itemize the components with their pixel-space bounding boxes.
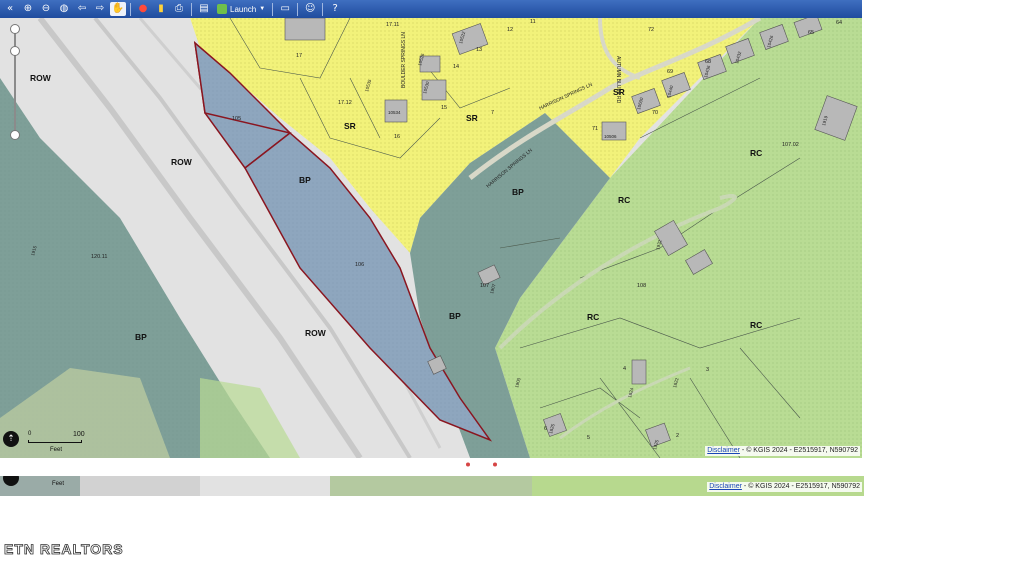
parcel-number: 12 <box>507 27 513 33</box>
launch-menu[interactable]: Launch ▼ <box>214 2 268 16</box>
back-icon[interactable]: ⇦ <box>74 2 90 16</box>
ghost-map-credits: Disclaimer - © KGIS 2024 - E2515917, N59… <box>707 482 862 492</box>
parcel-number: 105 <box>232 116 241 122</box>
zone-label-rc: RC <box>750 320 762 330</box>
map-canvas[interactable]: ROW ROW ROW SR SR SR BP BP BP BP RC RC R… <box>0 18 862 458</box>
address-label: 10534 <box>388 110 401 115</box>
parcel-number: 64 <box>836 20 842 26</box>
ghost-credits-text: - © KGIS 2024 - E2515917, N590792 <box>743 483 860 490</box>
parcel-number: 2 <box>676 433 679 439</box>
toolbar-divider <box>272 2 274 16</box>
disclaimer-link[interactable]: Disclaimer <box>707 446 740 456</box>
toolbar-divider <box>297 2 299 16</box>
ruler-icon[interactable]: ▤ <box>196 2 212 16</box>
credits-text: - © KGIS 2024 - E2515917, N590792 <box>741 447 858 454</box>
ghost-scale-unit: Feet <box>52 481 65 487</box>
layers-icon[interactable]: ▮ <box>153 2 169 16</box>
zoom-in-icon[interactable]: ⊕ <box>20 2 36 16</box>
parcel-number: 11 <box>530 19 536 25</box>
toolbar-divider <box>191 2 192 16</box>
zone-label-sr: SR <box>344 121 356 131</box>
toolbar-divider <box>130 2 131 16</box>
street-label: AUTUMN BLUFF RD <box>615 56 621 104</box>
parcel-number: 69 <box>667 69 673 75</box>
launch-icon <box>217 4 227 14</box>
print-icon[interactable]: ⎙ <box>171 2 187 16</box>
parcel-number: 13 <box>476 47 482 53</box>
map-toolbar: « ⊕ ⊖ ◍ ⇦ ⇨ ✋ ● ▮ ⎙ ▤ Launch ▼ ▭ ☺ ? <box>0 0 862 18</box>
ghost-map-left <box>0 476 532 496</box>
scale-max: 100 <box>73 431 85 438</box>
parcel-number: 6 <box>544 426 547 432</box>
scale-zero: 0 <box>28 431 32 437</box>
save-icon[interactable]: ▭ <box>277 2 293 16</box>
help-icon[interactable]: ? <box>327 2 343 16</box>
identify-icon[interactable]: ● <box>135 2 151 16</box>
zone-label-bp: BP <box>512 187 524 197</box>
zoom-slider[interactable] <box>10 24 20 140</box>
zoom-out-handle[interactable] <box>10 130 20 140</box>
parcel-number: 120.11 <box>91 254 107 260</box>
zone-label-rc: RC <box>750 148 762 158</box>
pan-hand-icon[interactable]: ✋ <box>110 2 126 16</box>
launch-label: Launch <box>230 4 257 14</box>
parcel-number: 5 <box>587 435 590 441</box>
zone-label-bp: BP <box>449 311 461 321</box>
ghost-disclaimer-link[interactable]: Disclaimer <box>709 482 742 492</box>
parcel-number: 72 <box>648 27 654 33</box>
north-arrow-icon: ⇡ <box>3 431 19 447</box>
parcel-number: 107.02 <box>782 142 799 148</box>
zone-label-row: ROW <box>305 328 327 338</box>
address-label: 10506 <box>604 134 617 139</box>
person-icon[interactable]: ☺ <box>302 2 318 16</box>
zoom-slider-track[interactable] <box>14 26 16 130</box>
zone-label-row: ROW <box>30 73 52 83</box>
scale-bar: 0 100 Feet <box>28 431 88 455</box>
parcel-number: 107 <box>480 283 489 289</box>
scale-bar-line <box>28 440 82 443</box>
parcel-number: 16 <box>394 134 400 140</box>
parcel-number: 65 <box>808 30 814 36</box>
parcel-number: 15 <box>441 105 447 111</box>
map-credits: Disclaimer - © KGIS 2024 - E2515917, N59… <box>705 446 860 456</box>
parcel-number: 71 <box>592 126 598 132</box>
render-gap <box>0 458 864 476</box>
map-viewer: « ⊕ ⊖ ◍ ⇦ ⇨ ✋ ● ▮ ⎙ ▤ Launch ▼ ▭ ☺ ? ROW… <box>0 0 1024 576</box>
map-duplicate-strip: Feet Disclaimer - © KGIS 2024 - E2515917… <box>0 476 864 496</box>
zone-label-rc: RC <box>587 312 599 322</box>
zone-label-bp: BP <box>299 175 311 185</box>
zoning-map: ROW ROW ROW SR SR SR BP BP BP BP RC RC R… <box>0 18 862 458</box>
parcel-number: 108 <box>637 283 646 289</box>
zone-label-rc: RC <box>618 195 630 205</box>
scale-unit: Feet <box>50 447 63 453</box>
parcel-number: 70 <box>652 110 658 116</box>
chevron-down-icon: ▼ <box>259 6 266 12</box>
parcel-number: 17 <box>296 53 302 59</box>
collapse-icon[interactable]: « <box>2 2 18 16</box>
zoom-level-handle[interactable] <box>10 46 20 56</box>
parcel-number: 4 <box>623 366 626 372</box>
parcel-number: 106 <box>355 262 364 268</box>
zone-label-sr: SR <box>466 113 478 123</box>
zoom-in-handle[interactable] <box>10 24 20 34</box>
brand-watermark: ETN REALTORS <box>4 541 124 558</box>
zoom-out-icon[interactable]: ⊖ <box>38 2 54 16</box>
parcel-number: 17.11 <box>386 22 399 28</box>
forward-icon[interactable]: ⇨ <box>92 2 108 16</box>
parcel-number: 68 <box>705 59 711 65</box>
toolbar-divider <box>322 2 324 16</box>
zone-label-bp: BP <box>135 332 147 342</box>
zone-label-row: ROW <box>171 157 193 167</box>
parcel-number: 3 <box>706 367 709 373</box>
render-artifact <box>466 462 497 467</box>
parcel-number: 7 <box>491 110 494 116</box>
parcel-number: 17.12 <box>338 100 352 106</box>
street-label: BOULDER SPRINGS LN <box>401 32 407 88</box>
parcel-number: 14 <box>453 64 459 70</box>
full-extent-icon[interactable]: ◍ <box>56 2 72 16</box>
